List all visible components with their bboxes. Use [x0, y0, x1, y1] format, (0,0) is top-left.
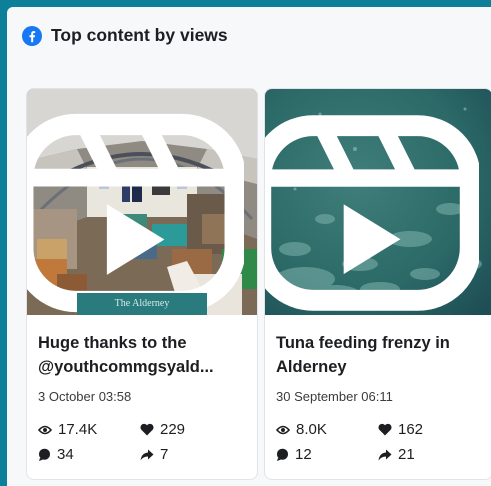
shares-count: 7: [160, 446, 169, 463]
heart-icon: [140, 423, 154, 436]
comment-icon: [277, 448, 288, 461]
post-thumbnail[interactable]: The Alderney: [27, 89, 257, 315]
views-stat: 8.0K: [276, 421, 327, 438]
shares-count: 21: [398, 446, 415, 463]
post-card[interactable]: Tuna feeding frenzy in Alderney 30 Septe…: [264, 88, 491, 480]
heart-icon: [378, 423, 392, 436]
reels-icon: [265, 115, 479, 311]
reactions-count: 162: [398, 421, 424, 438]
shares-stat: 7: [140, 446, 168, 463]
comments-count: 34: [57, 446, 74, 463]
video-overlay-caption: The Alderney: [77, 293, 207, 315]
views-count: 8.0K: [296, 421, 327, 438]
comment-icon: [39, 448, 50, 461]
post-date: 30 September 06:11: [276, 389, 393, 404]
post-card[interactable]: The Alderney Huge thanks to the @youthco…: [26, 88, 258, 480]
post-thumbnail[interactable]: [265, 89, 491, 315]
reactions-count: 229: [160, 421, 186, 438]
views-stat: 17.4K: [38, 421, 97, 438]
shares-stat: 21: [378, 446, 415, 463]
reactions-stat: 229: [140, 421, 185, 438]
post-title[interactable]: Tuna feeding frenzy in Alderney: [276, 331, 482, 379]
share-icon: [140, 449, 154, 460]
comments-count: 12: [295, 446, 312, 463]
share-icon: [378, 449, 392, 460]
post-date: 3 October 03:58: [38, 389, 132, 404]
views-count: 17.4K: [58, 421, 98, 438]
comments-stat: 34: [38, 446, 74, 463]
panel-title: Top content by views: [51, 25, 228, 45]
panel-header: Top content by views: [22, 25, 228, 46]
comments-stat: 12: [276, 446, 312, 463]
reels-icon: [27, 113, 244, 313]
facebook-icon: [22, 25, 42, 46]
reactions-stat: 162: [378, 421, 423, 438]
post-title[interactable]: Huge thanks to the @youthcommgsyald...: [38, 331, 247, 379]
eye-icon: [38, 425, 52, 434]
top-content-panel: Top content by views The Alderney Huge t…: [7, 7, 491, 486]
eye-icon: [276, 425, 290, 434]
